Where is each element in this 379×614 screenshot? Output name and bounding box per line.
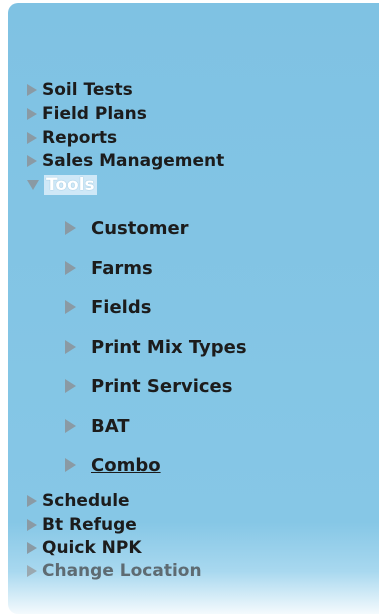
submenu-item-print-mix-types[interactable]: Print Mix Types: [65, 334, 247, 360]
menu-item-label: Schedule: [42, 491, 130, 511]
triangle-right-icon: [65, 221, 76, 235]
submenu-item-label: Combo: [91, 454, 161, 476]
menu-item-field-plans[interactable]: Field Plans: [27, 103, 147, 125]
menu-item-change-location[interactable]: Change Location: [27, 560, 202, 582]
menu-item-soil-tests[interactable]: Soil Tests: [27, 79, 133, 101]
menu-item-bt-refuge[interactable]: Bt Refuge: [27, 514, 137, 536]
submenu-item-print-services[interactable]: Print Services: [65, 373, 232, 399]
submenu-item-label: Print Services: [91, 375, 233, 397]
triangle-right-icon: [27, 108, 37, 120]
menu-item-tools[interactable]: Tools: [27, 174, 97, 196]
triangle-right-icon: [27, 565, 37, 577]
navigation-panel: Soil Tests Field Plans Reports Sales Man…: [8, 3, 379, 614]
triangle-right-icon: [27, 519, 37, 531]
triangle-right-icon: [27, 155, 37, 167]
triangle-right-icon: [27, 542, 37, 554]
menu-item-label: Reports: [42, 128, 118, 148]
submenu-item-label: BAT: [91, 415, 130, 437]
submenu-item-combo[interactable]: Combo: [65, 452, 161, 478]
menu-item-label: Soil Tests: [42, 80, 133, 100]
menu-item-label: Field Plans: [42, 104, 147, 124]
triangle-right-icon: [27, 495, 37, 507]
menu-item-label: Change Location: [42, 561, 202, 581]
submenu-item-bat[interactable]: BAT: [65, 413, 130, 439]
triangle-right-icon: [65, 300, 76, 314]
submenu-item-label: Farms: [91, 257, 153, 279]
triangle-right-icon: [65, 379, 76, 393]
menu-item-schedule[interactable]: Schedule: [27, 490, 130, 512]
menu-item-label: Sales Management: [42, 151, 225, 171]
menu-item-reports[interactable]: Reports: [27, 127, 117, 149]
triangle-right-icon: [65, 340, 76, 354]
submenu-item-label: Print Mix Types: [91, 336, 247, 358]
triangle-right-icon: [27, 84, 37, 96]
triangle-right-icon: [27, 132, 37, 144]
triangle-right-icon: [65, 419, 76, 433]
menu-item-label: Bt Refuge: [42, 515, 137, 535]
submenu-item-farms[interactable]: Farms: [65, 255, 153, 281]
menu-item-label: Tools: [44, 175, 97, 195]
menu-item-quick-npk[interactable]: Quick NPK: [27, 537, 142, 559]
submenu-item-fields[interactable]: Fields: [65, 294, 151, 320]
triangle-right-icon: [65, 458, 76, 472]
menu-item-label: Quick NPK: [42, 538, 142, 558]
submenu-item-label: Customer: [91, 217, 189, 239]
submenu-item-customer[interactable]: Customer: [65, 215, 189, 241]
submenu-item-label: Fields: [91, 296, 152, 318]
triangle-down-icon: [27, 180, 39, 190]
triangle-right-icon: [65, 261, 76, 275]
navigation-menu: Soil Tests Field Plans Reports Sales Man…: [8, 3, 379, 614]
menu-item-sales-management[interactable]: Sales Management: [27, 150, 224, 172]
